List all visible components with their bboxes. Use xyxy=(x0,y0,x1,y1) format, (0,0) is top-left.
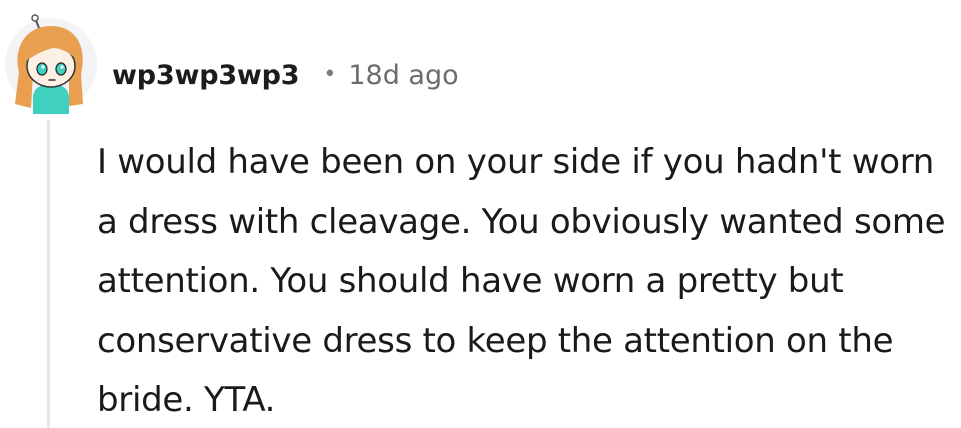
meta-separator: • xyxy=(323,61,337,87)
comment: wp3wp3wp3 • 18d ago I would have been on… xyxy=(0,0,961,428)
user-avatar[interactable] xyxy=(3,14,99,114)
snoo-avatar-icon xyxy=(5,14,97,114)
thread-collapse-line[interactable] xyxy=(47,120,50,428)
username-link[interactable]: wp3wp3wp3 xyxy=(112,60,300,91)
comment-timestamp[interactable]: 18d ago xyxy=(348,60,458,91)
comment-body: I would have been on your side if you ha… xyxy=(97,142,946,420)
comment-meta: wp3wp3wp3 • 18d ago xyxy=(112,52,459,98)
